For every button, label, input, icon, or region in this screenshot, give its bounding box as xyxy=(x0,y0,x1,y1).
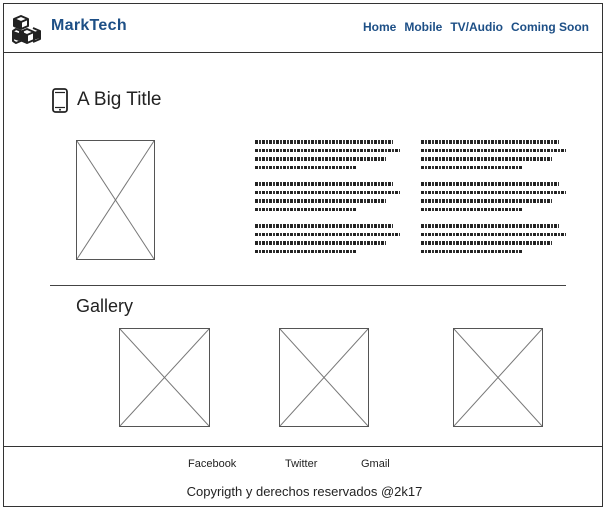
nav-coming-soon[interactable]: Coming Soon xyxy=(511,20,589,34)
gallery-image-1[interactable] xyxy=(119,328,210,427)
footer-link-gmail[interactable]: Gmail xyxy=(361,458,390,470)
paragraph-placeholder xyxy=(421,140,566,169)
cubes-icon[interactable] xyxy=(11,14,43,46)
paragraph-placeholder xyxy=(421,224,566,253)
site-header: MarkTech Home Mobile TV/Audio Coming Soo… xyxy=(3,3,603,53)
paragraph-placeholder xyxy=(255,224,400,253)
paragraph-placeholder xyxy=(255,140,400,169)
image-placeholder xyxy=(76,140,155,260)
smartphone-icon xyxy=(52,88,68,113)
gallery-title: Gallery xyxy=(76,296,134,316)
nav-tv-audio[interactable]: TV/Audio xyxy=(450,20,503,34)
gallery-image-3[interactable] xyxy=(453,328,543,427)
section-divider xyxy=(50,285,566,286)
nav-mobile[interactable]: Mobile xyxy=(404,20,442,34)
nav-home[interactable]: Home xyxy=(363,20,396,34)
text-column-2 xyxy=(421,140,566,266)
brand-name[interactable]: MarkTech xyxy=(51,17,127,35)
footer-link-facebook[interactable]: Facebook xyxy=(188,458,236,470)
text-column-1 xyxy=(255,140,400,266)
paragraph-placeholder xyxy=(421,182,566,211)
footer-divider xyxy=(3,446,603,447)
footer-link-twitter[interactable]: Twitter xyxy=(285,458,317,470)
page-title: A Big Title xyxy=(77,89,162,110)
paragraph-placeholder xyxy=(255,182,400,211)
main-nav: Home Mobile TV/Audio Coming Soon xyxy=(363,20,589,34)
gallery-image-2[interactable] xyxy=(279,328,369,427)
copyright-text: Copyrigth y derechos reservados @2k17 xyxy=(186,484,423,499)
